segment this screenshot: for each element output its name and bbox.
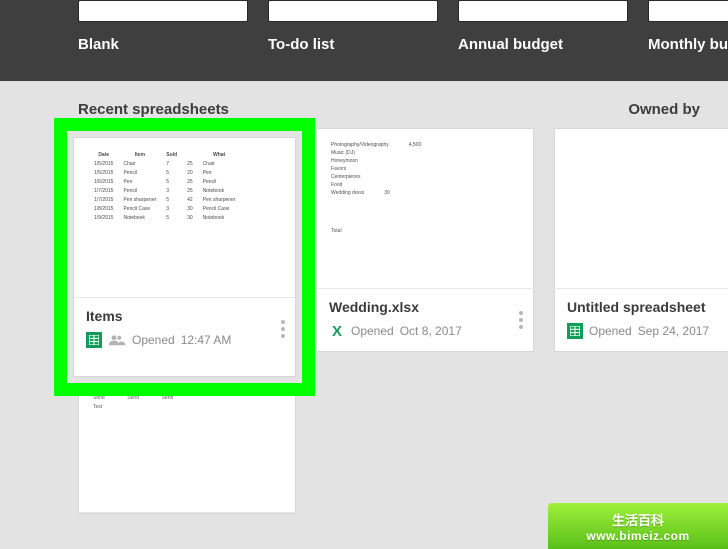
sheets-icon bbox=[567, 323, 583, 339]
watermark-line1: 生活百科 bbox=[548, 510, 728, 529]
shared-icon bbox=[108, 333, 126, 347]
more-icon[interactable] bbox=[519, 311, 523, 334]
card-footer: Items Opened 12:47 AM bbox=[74, 298, 295, 360]
template-thumb bbox=[648, 0, 728, 22]
card-items[interactable]: DateItemSoldWhat 1/5/2015Chair725Chair 1… bbox=[73, 137, 296, 377]
opened-value: Oct 8, 2017 bbox=[400, 324, 462, 338]
card-wedding[interactable]: Photography/Videography4,500 Music (DJ) … bbox=[316, 128, 534, 352]
template-annual-budget[interactable]: Annual budget bbox=[458, 0, 628, 53]
card-title: Items bbox=[86, 308, 283, 324]
card-untitled[interactable]: Untitled spreadsheet Opened Sep 24, 2017 bbox=[554, 128, 728, 352]
opened-prefix: Opened bbox=[132, 333, 175, 347]
card-title: Untitled spreadsheet bbox=[567, 299, 721, 315]
sheets-icon bbox=[86, 332, 102, 348]
more-icon[interactable] bbox=[281, 320, 285, 343]
excel-icon: X bbox=[329, 323, 345, 339]
card-meta: Opened 12:47 AM bbox=[86, 332, 283, 348]
template-label: To-do list bbox=[268, 36, 438, 53]
template-thumb bbox=[78, 0, 248, 22]
section-title: Recent spreadsheets bbox=[78, 101, 229, 118]
template-label: Blank bbox=[78, 36, 248, 53]
watermark: 生活百科 www.bimeiz.com bbox=[548, 503, 728, 549]
card-meta: X Opened Oct 8, 2017 bbox=[329, 323, 521, 339]
template-thumb bbox=[458, 0, 628, 22]
highlight-box: DateItemSoldWhat 1/5/2015Chair725Chair 1… bbox=[54, 118, 315, 396]
watermark-line2: www.bimeiz.com bbox=[548, 529, 728, 543]
opened-value: Sep 24, 2017 bbox=[638, 324, 709, 338]
card-preview bbox=[555, 129, 728, 289]
owner-filter[interactable]: Owned by bbox=[628, 101, 700, 118]
template-monthly-budget[interactable]: Monthly budg bbox=[648, 0, 728, 53]
card-title: Wedding.xlsx bbox=[329, 299, 521, 315]
template-label: Monthly budg bbox=[648, 36, 728, 53]
card-footer: Untitled spreadsheet Opened Sep 24, 2017 bbox=[555, 289, 728, 351]
template-strip: Blank To-do list Annual budget Monthly b… bbox=[0, 0, 728, 81]
card-footer: Wedding.xlsx X Opened Oct 8, 2017 bbox=[317, 289, 533, 351]
card-preview: DateItemSoldWhat 1/5/2015Chair725Chair 1… bbox=[74, 138, 295, 298]
opened-prefix: Opened bbox=[351, 324, 394, 338]
opened-prefix: Opened bbox=[589, 324, 632, 338]
card-preview: Photography/Videography4,500 Music (DJ) … bbox=[317, 129, 533, 289]
template-label: Annual budget bbox=[458, 36, 628, 53]
template-todo[interactable]: To-do list bbox=[268, 0, 438, 53]
template-blank[interactable]: Blank bbox=[78, 0, 248, 53]
opened-value: 12:47 AM bbox=[181, 333, 232, 347]
card-meta: Opened Sep 24, 2017 bbox=[567, 323, 721, 339]
template-thumb bbox=[268, 0, 438, 22]
